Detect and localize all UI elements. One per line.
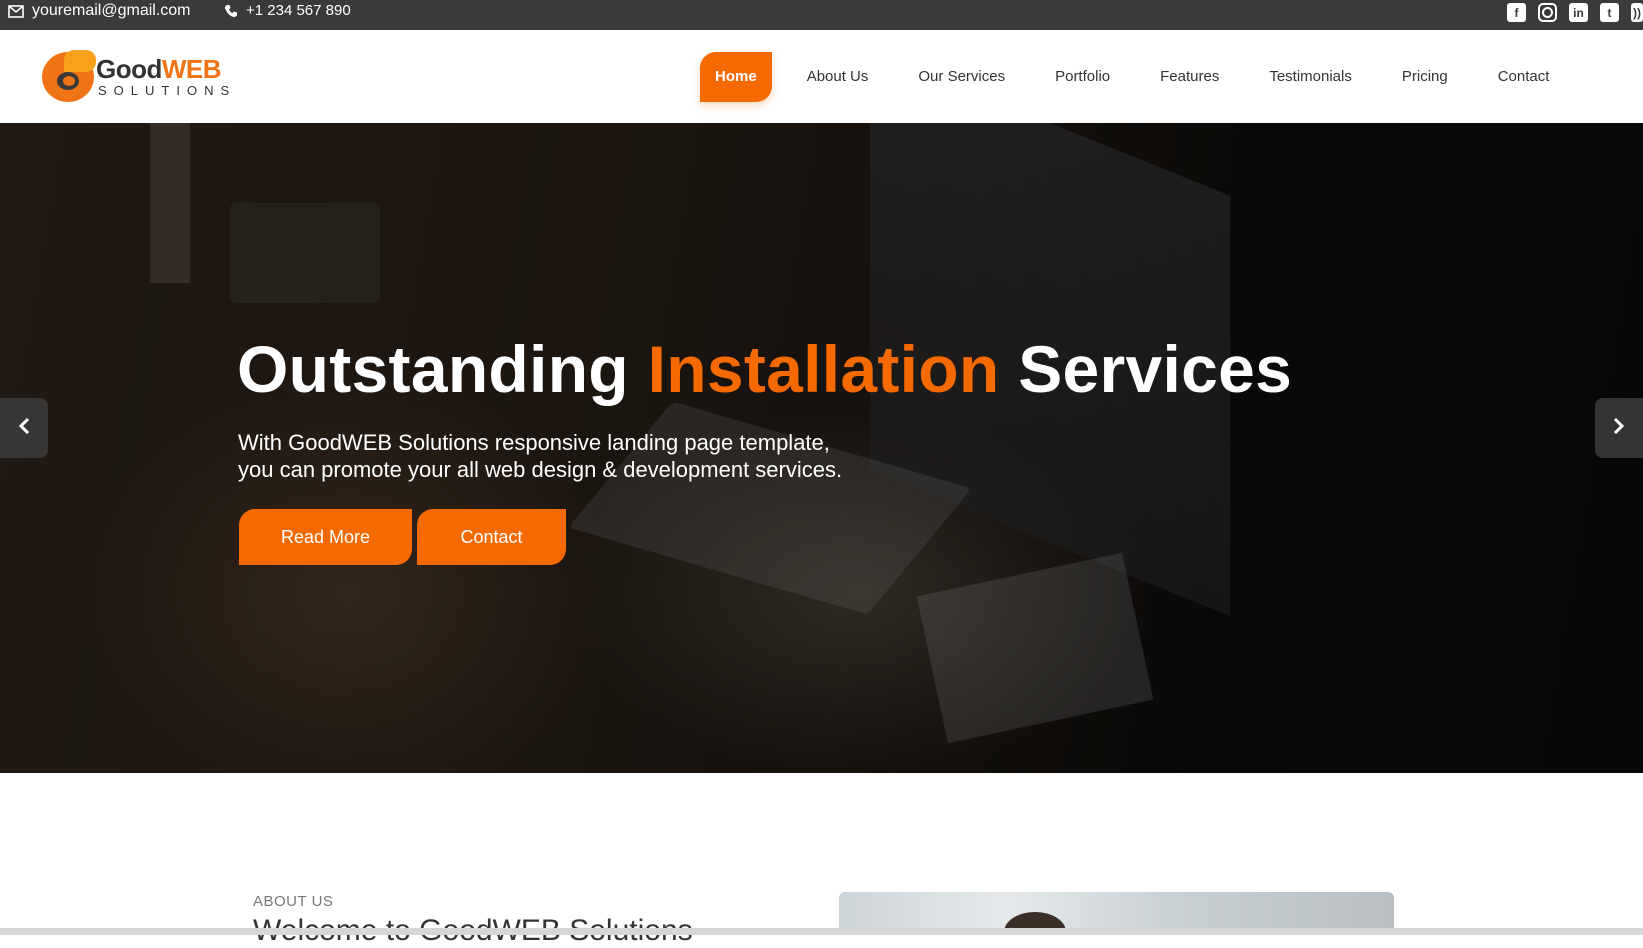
window-bottom-edge	[0, 928, 1643, 935]
hero-subtitle-line2: you can promote your all web design & de…	[238, 457, 843, 482]
site-header: GoodWEB SOLUTIONS Home About Us Our Serv…	[0, 30, 1643, 123]
hero-slider: Outstanding Installation Services With G…	[0, 123, 1643, 773]
rss-icon[interactable]: ))	[1631, 3, 1643, 22]
about-section-label: ABOUT US	[253, 893, 334, 910]
main-nav: Home About Us Our Services Portfolio Fea…	[700, 52, 1574, 102]
social-links: f in t ))	[1507, 3, 1643, 22]
logo-subtitle: SOLUTIONS	[98, 82, 237, 98]
topbar-phone[interactable]: +1 234 567 890	[224, 2, 351, 19]
read-more-button[interactable]: Read More	[239, 509, 412, 565]
slider-prev-button[interactable]	[0, 398, 48, 458]
hero-subtitle-line1: With GoodWEB Solutions responsive landin…	[238, 430, 830, 455]
hero-title-accent: Installation	[647, 332, 1000, 406]
hero-title: Outstanding Installation Services	[237, 331, 1292, 407]
hero-subtitle: With GoodWEB Solutions responsive landin…	[238, 429, 998, 483]
topbar-phone-text: +1 234 567 890	[246, 2, 351, 19]
envelope-icon	[8, 4, 24, 18]
twitter-icon[interactable]: t	[1600, 3, 1619, 22]
hero-title-part1: Outstanding	[237, 332, 629, 406]
nav-item-testimonials[interactable]: Testimonials	[1244, 52, 1377, 102]
slider-next-button[interactable]	[1595, 398, 1643, 458]
nav-item-our-services[interactable]: Our Services	[893, 52, 1030, 102]
topbar-email[interactable]: youremail@gmail.com	[8, 2, 191, 20]
nav-item-home[interactable]: Home	[700, 52, 772, 102]
nav-item-about-us[interactable]: About Us	[782, 52, 894, 102]
chevron-left-icon	[18, 417, 30, 440]
top-bar: youremail@gmail.com +1 234 567 890 f in …	[0, 0, 1643, 30]
logo[interactable]: GoodWEB SOLUTIONS	[42, 50, 236, 102]
logo-brand-web: WEB	[161, 53, 222, 84]
nav-item-contact[interactable]: Contact	[1473, 52, 1575, 102]
linkedin-icon[interactable]: in	[1569, 3, 1588, 22]
hero-title-part2: Services	[1018, 332, 1293, 406]
logo-mark-icon	[42, 50, 96, 102]
topbar-email-text: youremail@gmail.com	[32, 2, 191, 19]
logo-text: GoodWEB SOLUTIONS	[96, 56, 236, 97]
nav-item-pricing[interactable]: Pricing	[1377, 52, 1473, 102]
logo-brand-good: Good	[96, 53, 162, 84]
facebook-icon[interactable]: f	[1507, 3, 1526, 22]
nav-item-portfolio[interactable]: Portfolio	[1030, 52, 1135, 102]
nav-item-features[interactable]: Features	[1135, 52, 1244, 102]
phone-icon	[224, 4, 238, 18]
hero-contact-button[interactable]: Contact	[417, 509, 566, 565]
chevron-right-icon	[1613, 417, 1625, 440]
instagram-icon[interactable]	[1538, 3, 1557, 22]
